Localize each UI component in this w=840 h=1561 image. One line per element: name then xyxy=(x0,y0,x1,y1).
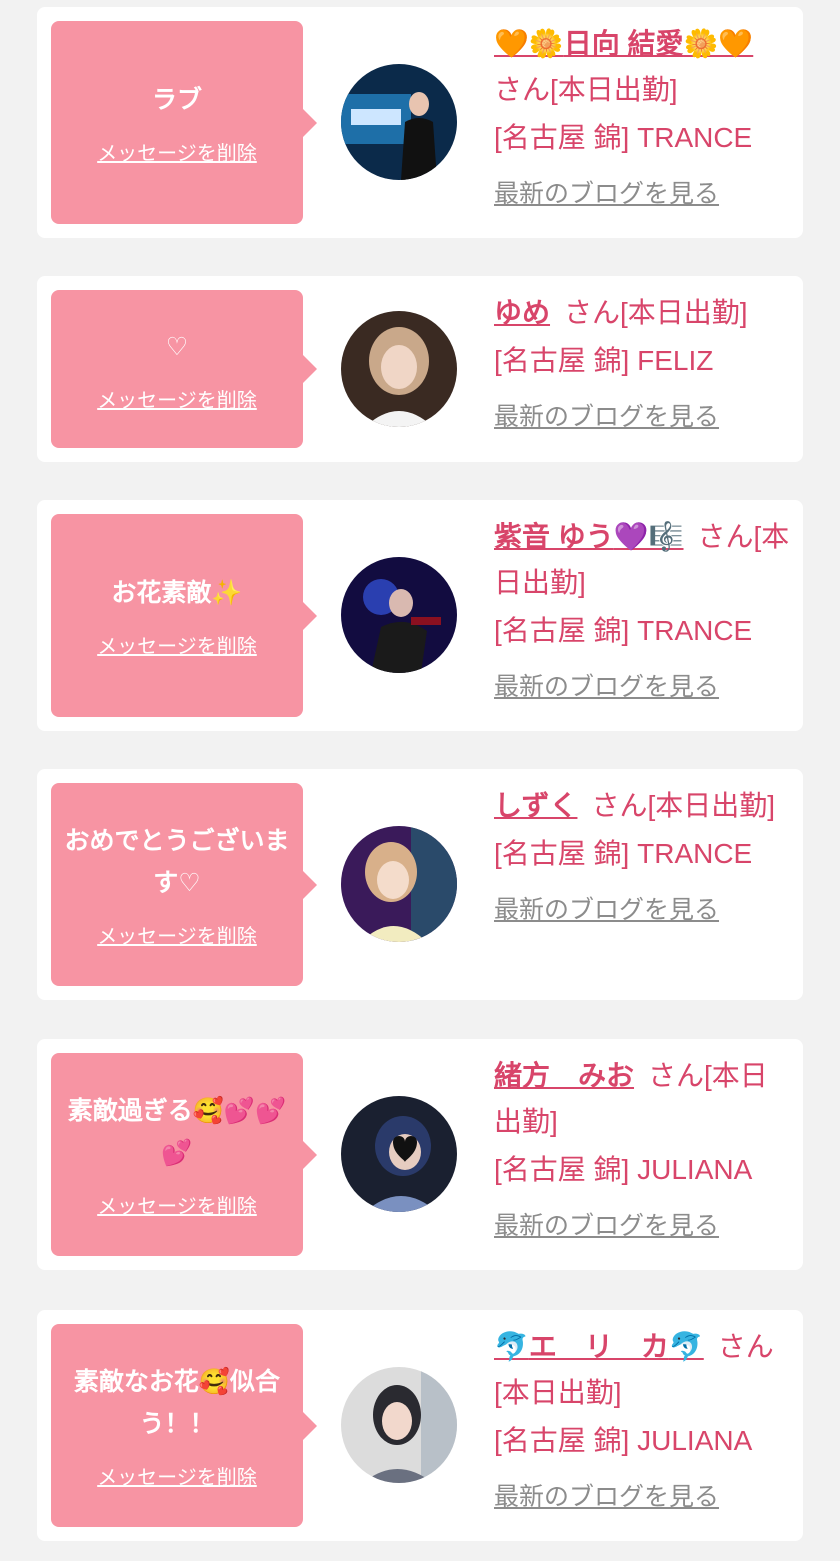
delete-message-link[interactable]: メッセージを削除 xyxy=(97,137,257,166)
avatar[interactable] xyxy=(341,1096,457,1212)
name-prefix-emoji: 🐬 xyxy=(494,1331,529,1362)
cast-info: 紫音 ゆう💜🎼 さん[本日出勤] [名古屋 錦] TRANCE 最新のブログを見る xyxy=(494,514,790,710)
message-card: 素敵過ぎる🥰💕💕💕 メッセージを削除 緒方 みお さん[本日出勤] [名古屋 錦]… xyxy=(37,1039,803,1270)
cast-name-link[interactable]: 緒方 みお xyxy=(494,1060,634,1091)
cast-name: 日向 結愛 xyxy=(563,28,684,59)
shop-name: [名古屋 錦] JULIANA xyxy=(494,1425,753,1456)
message-bubble: 素敵なお花🥰似合う！！ メッセージを削除 xyxy=(51,1324,317,1527)
message-text: ♡ xyxy=(165,331,189,361)
name-suffix-emoji: 💜🎼 xyxy=(613,521,684,552)
latest-blog-link[interactable]: 最新のブログを見る xyxy=(494,1203,790,1249)
avatar[interactable] xyxy=(341,826,457,942)
message-bubble: 素敵過ぎる🥰💕💕💕 メッセージを削除 xyxy=(51,1053,317,1256)
cast-info: 🧡🌼日向 結愛🌼🧡さん[本日出勤] [名古屋 錦] TRANCE 最新のブログを… xyxy=(494,21,790,217)
latest-blog-link[interactable]: 最新のブログを見る xyxy=(494,1474,790,1520)
cast-name: しずく xyxy=(494,790,578,821)
delete-message-link[interactable]: メッセージを削除 xyxy=(97,630,257,659)
message-text: ラブ xyxy=(151,85,202,114)
message-card: ラブ メッセージを削除 🧡🌼日向 結愛🌼🧡さん[本日出勤] [名古屋 錦] TR… xyxy=(37,7,803,238)
message-card: おめでとうございます♡ メッセージを削除 しずく さん[本日出勤] [名古屋 錦]… xyxy=(37,769,803,1000)
latest-blog-link[interactable]: 最新のブログを見る xyxy=(494,394,790,440)
message-bubble: お花素敵✨ メッセージを削除 xyxy=(51,514,317,717)
name-suffix-emoji: 🌼🧡 xyxy=(683,28,754,59)
cast-name-link[interactable]: 🐬エ リ カ🐬 xyxy=(494,1331,704,1362)
cast-name-link[interactable]: ゆめ xyxy=(494,297,550,328)
delete-message-link[interactable]: メッセージを削除 xyxy=(97,1190,257,1219)
message-text: お花素敵✨ xyxy=(111,578,243,607)
cast-info: しずく さん[本日出勤] [名古屋 錦] TRANCE 最新のブログを見る xyxy=(494,783,790,933)
attendance-status: さん[本日出勤] xyxy=(564,297,748,328)
message-list: ラブ メッセージを削除 🧡🌼日向 結愛🌼🧡さん[本日出勤] [名古屋 錦] TR… xyxy=(0,0,840,1561)
cast-name: エ リ カ xyxy=(528,1331,669,1362)
cast-name-link[interactable]: 🧡🌼日向 結愛🌼🧡 xyxy=(494,28,753,59)
shop-name: [名古屋 錦] FELIZ xyxy=(494,345,714,376)
message-card: ♡ メッセージを削除 ゆめ さん[本日出勤] [名古屋 錦] FELIZ 最新のブ… xyxy=(37,276,803,462)
shop-name: [名古屋 錦] TRANCE xyxy=(494,122,753,153)
latest-blog-link[interactable]: 最新のブログを見る xyxy=(494,887,790,933)
avatar[interactable] xyxy=(341,557,457,673)
latest-blog-link[interactable]: 最新のブログを見る xyxy=(494,171,790,217)
cast-info: ゆめ さん[本日出勤] [名古屋 錦] FELIZ 最新のブログを見る xyxy=(494,290,790,440)
message-card: 素敵なお花🥰似合う！！ メッセージを削除 🐬エ リ カ🐬 さん[本日出勤] [名古… xyxy=(37,1310,803,1541)
avatar[interactable] xyxy=(341,311,457,427)
cast-name: ゆめ xyxy=(494,297,551,328)
name-suffix-emoji: 🐬 xyxy=(668,1331,704,1362)
name-prefix-emoji: 🧡🌼 xyxy=(494,28,564,59)
delete-message-link[interactable]: メッセージを削除 xyxy=(97,384,257,413)
shop-name: [名古屋 錦] TRANCE xyxy=(494,838,753,869)
message-bubble: おめでとうございます♡ メッセージを削除 xyxy=(51,783,317,986)
message-bubble: ラブ メッセージを削除 xyxy=(51,21,317,224)
cast-name: 緒方 みお xyxy=(494,1060,635,1091)
message-text: おめでとうございます♡ xyxy=(64,826,290,897)
cast-info: 緒方 みお さん[本日出勤] [名古屋 錦] JULIANA 最新のブログを見る xyxy=(494,1053,790,1249)
attendance-status: さん[本日出勤] xyxy=(591,790,776,821)
message-text: 素敵なお花🥰似合う！！ xyxy=(73,1367,281,1438)
shop-name: [名古屋 錦] JULIANA xyxy=(494,1154,753,1185)
latest-blog-link[interactable]: 最新のブログを見る xyxy=(494,664,790,710)
delete-message-link[interactable]: メッセージを削除 xyxy=(97,1461,257,1490)
cast-name-link[interactable]: 紫音 ゆう💜🎼 xyxy=(494,521,684,552)
avatar[interactable] xyxy=(341,64,457,180)
cast-name: 紫音 ゆう xyxy=(494,521,614,552)
attendance-status: さん[本日出勤] xyxy=(494,74,678,105)
message-text: 素敵過ぎる🥰💕💕💕 xyxy=(67,1096,287,1167)
message-card: お花素敵✨ メッセージを削除 紫音 ゆう💜🎼 さん[本日出勤] [名古屋 錦] T… xyxy=(37,500,803,731)
avatar[interactable] xyxy=(341,1367,457,1483)
shop-name: [名古屋 錦] TRANCE xyxy=(494,615,753,646)
cast-info: 🐬エ リ カ🐬 さん[本日出勤] [名古屋 錦] JULIANA 最新のブログを見… xyxy=(494,1324,790,1520)
cast-name-link[interactable]: しずく xyxy=(494,790,577,821)
delete-message-link[interactable]: メッセージを削除 xyxy=(97,920,257,949)
message-bubble: ♡ メッセージを削除 xyxy=(51,290,317,448)
